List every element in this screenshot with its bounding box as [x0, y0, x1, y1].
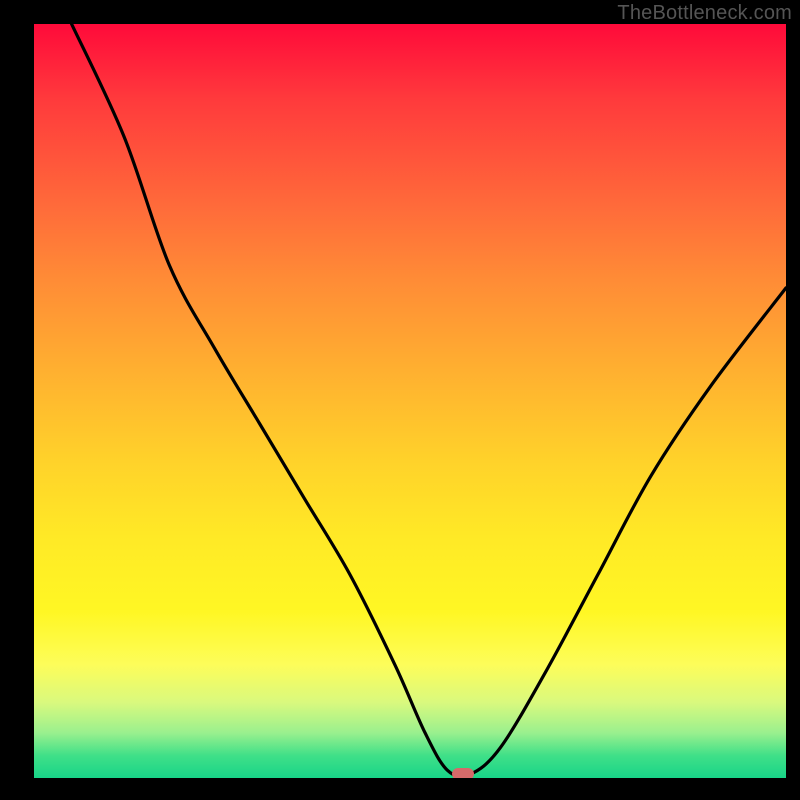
chart-frame: TheBottleneck.com [0, 0, 800, 800]
optimal-marker [452, 768, 474, 778]
bottleneck-curve [34, 24, 786, 778]
plot-area [34, 24, 786, 778]
watermark-text: TheBottleneck.com [617, 2, 792, 25]
